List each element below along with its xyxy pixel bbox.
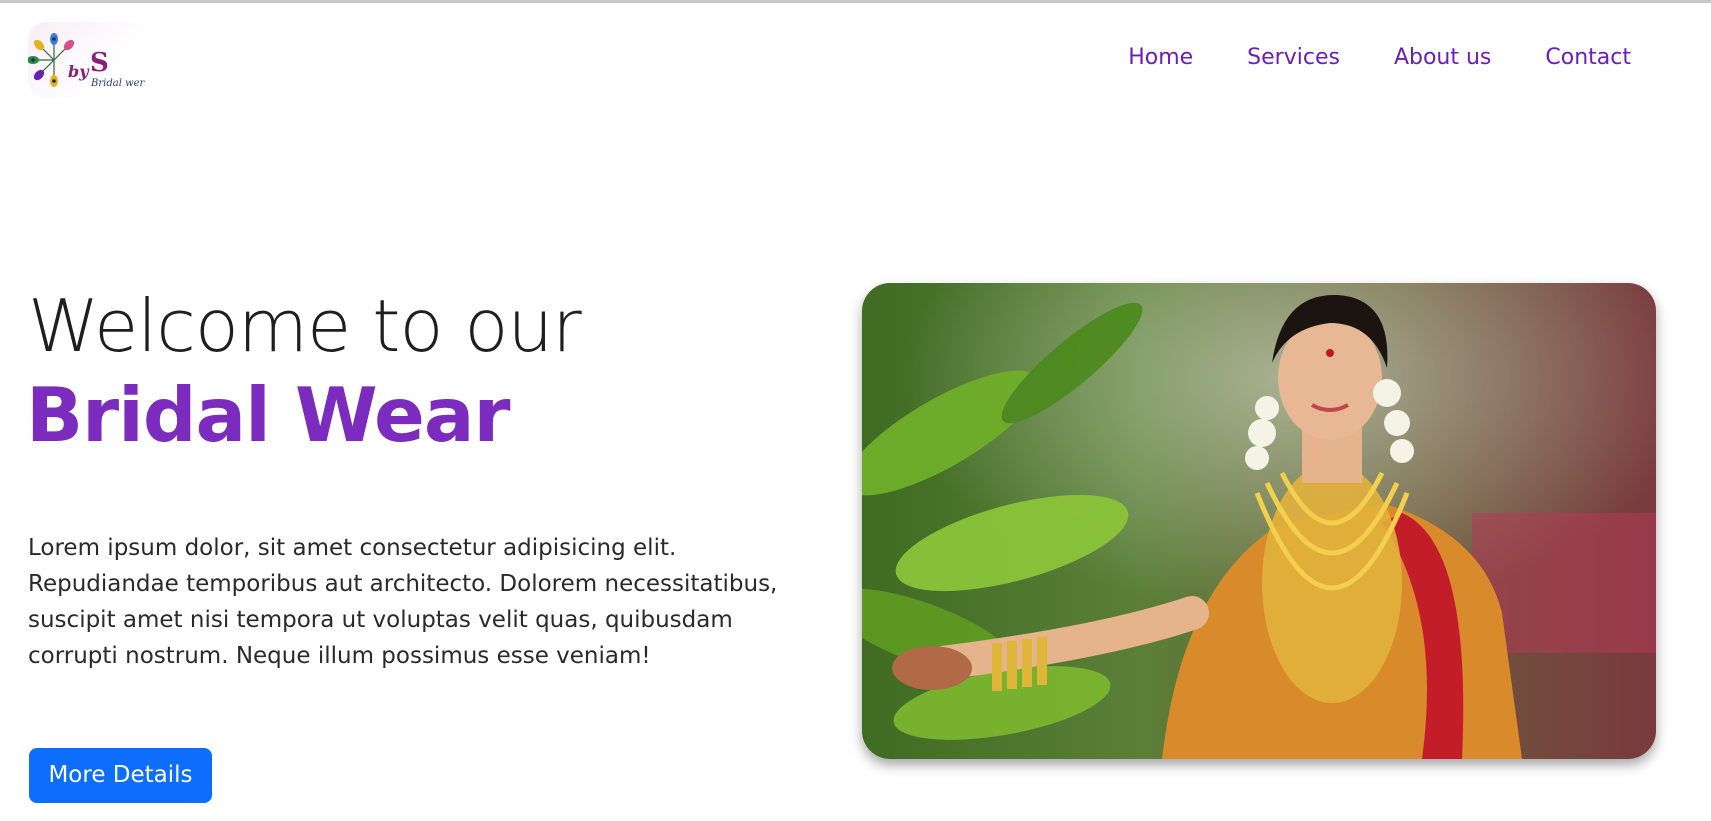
hero-heading-line2: Bridal Wear: [26, 371, 510, 459]
hero-heading-line1: Welcome to our: [28, 284, 582, 368]
nav-home[interactable]: Home: [1128, 42, 1193, 74]
nav-services[interactable]: Services: [1247, 42, 1340, 74]
hero-paragraph: Lorem ipsum dolor, sit amet consectetur …: [28, 535, 778, 669]
nav-contact[interactable]: Contact: [1545, 42, 1631, 74]
logo-s-text: S: [90, 48, 109, 78]
nav-about-us[interactable]: About us: [1394, 42, 1491, 74]
logo-by-text: by: [68, 62, 89, 81]
logo-subtitle: Bridal wer: [91, 78, 145, 89]
top-border: [0, 0, 1711, 3]
more-details-button[interactable]: More Details: [29, 748, 212, 803]
brand-logo[interactable]: by S Bridal wer: [28, 22, 148, 98]
main-nav: Home Services About us Contact: [1074, 42, 1631, 74]
bride-photo: [862, 283, 1656, 759]
